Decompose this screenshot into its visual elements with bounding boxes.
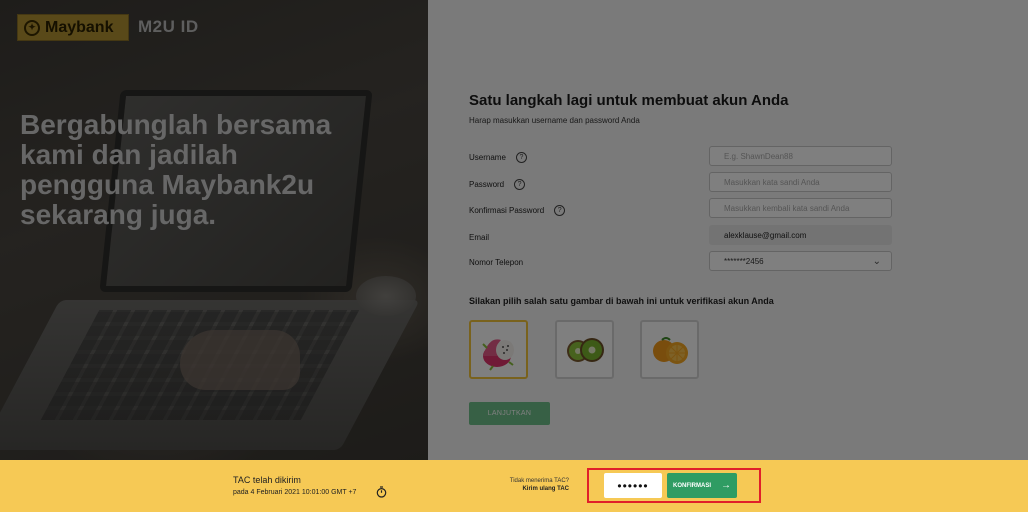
- tac-sent-date: pada 4 Februari 2021 10:01:00 GMT +7: [233, 489, 357, 496]
- modal-overlay: [0, 0, 1028, 460]
- timer-icon: [376, 486, 387, 498]
- confirm-button[interactable]: KONFIRMASI →: [667, 473, 737, 498]
- confirm-label: KONFIRMASI: [673, 482, 711, 489]
- arrow-right-icon: →: [721, 480, 731, 491]
- not-received-text: Tidak menerima TAC?: [509, 478, 569, 484]
- resend-tac-link[interactable]: Kirim ulang TAC: [470, 486, 569, 492]
- tac-code-input[interactable]: [604, 473, 662, 498]
- tac-sent-title: TAC telah dikirim: [233, 475, 301, 485]
